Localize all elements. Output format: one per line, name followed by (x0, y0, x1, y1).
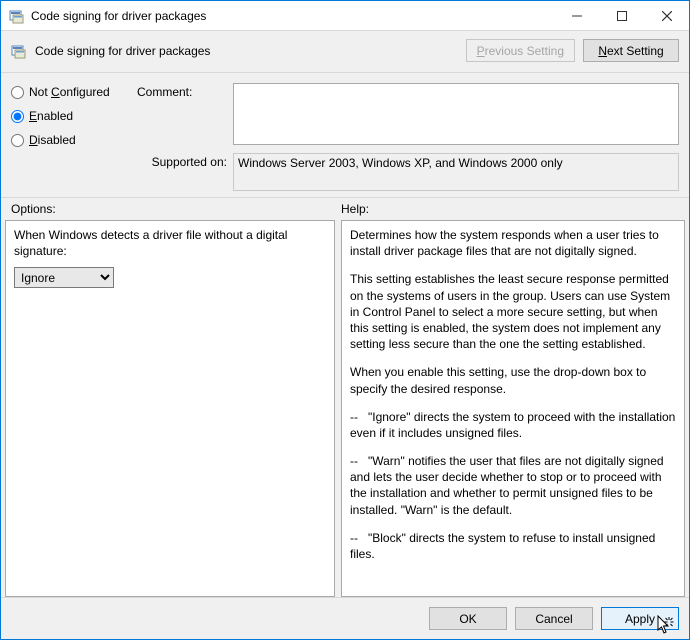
cancel-button[interactable]: Cancel (515, 607, 593, 630)
help-text: -- "Ignore" directs the system to procee… (350, 409, 676, 441)
help-label: Help: (341, 202, 679, 216)
minimize-button[interactable] (554, 1, 599, 30)
radio-disabled-input[interactable] (11, 134, 24, 147)
window-controls (554, 1, 689, 30)
header-title: Code signing for driver packages (35, 44, 458, 58)
dialog-footer: OK Cancel Apply (1, 597, 689, 639)
supported-on-text (233, 153, 679, 191)
options-label: Options: (11, 202, 341, 216)
radio-enabled-input[interactable] (11, 110, 24, 123)
close-button[interactable] (644, 1, 689, 30)
radio-not-configured-input[interactable] (11, 86, 24, 99)
state-radio-group: Not Configured Enabled Disabled (11, 83, 131, 147)
ok-button[interactable]: OK (429, 607, 507, 630)
help-text: -- "Block" directs the system to refuse … (350, 530, 676, 562)
radio-disabled[interactable]: Disabled (11, 133, 131, 147)
help-text: This setting establishes the least secur… (350, 271, 676, 352)
help-text: When you enable this setting, use the dr… (350, 364, 676, 396)
setting-nav: Previous Setting Next Setting (466, 39, 679, 62)
pane-labels: Options: Help: (1, 198, 689, 220)
radio-enabled[interactable]: Enabled (11, 109, 131, 123)
config-area: Not Configured Enabled Disabled Comment:… (1, 73, 689, 198)
gpo-icon (11, 43, 27, 59)
supported-on-label: Supported on: (137, 153, 227, 169)
next-setting-button[interactable]: Next Setting (583, 39, 679, 62)
radio-not-configured[interactable]: Not Configured (11, 85, 131, 99)
window-title: Code signing for driver packages (31, 9, 554, 23)
comment-label: Comment: (137, 83, 227, 99)
apply-button[interactable]: Apply (601, 607, 679, 630)
help-text: -- "Warn" notifies the user that files a… (350, 453, 676, 518)
options-prompt: When Windows detects a driver file witho… (14, 227, 326, 259)
header-strip: Code signing for driver packages Previou… (1, 31, 689, 73)
signature-response-dropdown[interactable]: Ignore (14, 267, 114, 288)
gpo-setting-dialog: Code signing for driver packages Code si… (0, 0, 690, 640)
titlebar: Code signing for driver packages (1, 1, 689, 31)
previous-setting-button: Previous Setting (466, 39, 575, 62)
help-pane[interactable]: Determines how the system responds when … (341, 220, 685, 597)
help-text: Determines how the system responds when … (350, 227, 676, 259)
options-pane[interactable]: When Windows detects a driver file witho… (5, 220, 335, 597)
maximize-button[interactable] (599, 1, 644, 30)
panes: When Windows detects a driver file witho… (1, 220, 689, 597)
gpo-icon (9, 8, 25, 24)
comment-input[interactable] (233, 83, 679, 145)
